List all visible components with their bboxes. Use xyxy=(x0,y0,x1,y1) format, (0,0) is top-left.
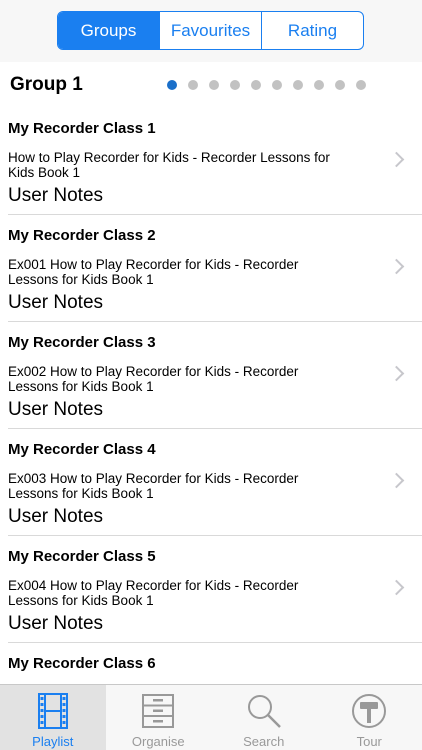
item-description: How to Play Recorder for Kids - Recorder… xyxy=(8,150,330,180)
item-title: My Recorder Class 3 xyxy=(8,334,156,351)
tab-label: Playlist xyxy=(32,734,74,749)
page-dot[interactable] xyxy=(251,80,261,90)
item-description: Ex001 How to Play Recorder for Kids - Re… xyxy=(8,257,299,287)
page-dot[interactable] xyxy=(356,80,366,90)
item-notes: User Notes xyxy=(8,613,104,634)
item-notes: User Notes xyxy=(8,292,104,313)
tab-label: Organise xyxy=(131,734,185,749)
segmented-control: Groups Favourites Rating xyxy=(57,11,364,50)
tab-playlist[interactable]: Playlist xyxy=(0,685,106,750)
page-dot[interactable] xyxy=(230,80,240,90)
segment-groups[interactable]: Groups xyxy=(58,12,159,49)
list-item[interactable]: My Recorder Class 1 How to Play Recorder… xyxy=(0,108,422,215)
cabinet-icon xyxy=(142,694,175,728)
item-title: My Recorder Class 6 xyxy=(8,655,156,672)
page-dot[interactable] xyxy=(209,80,219,90)
list-item[interactable]: My Recorder Class 4 Ex003 How to Play Re… xyxy=(0,429,422,536)
list-item[interactable]: My Recorder Class 2 Ex001 How to Play Re… xyxy=(0,215,422,322)
chevron-right-icon xyxy=(388,151,405,168)
page-dot[interactable] xyxy=(293,80,303,90)
signpost-icon xyxy=(352,694,387,728)
page-dot[interactable] xyxy=(188,80,198,90)
item-notes: User Notes xyxy=(8,399,104,420)
item-title: My Recorder Class 2 xyxy=(8,227,156,244)
tab-search[interactable]: Search xyxy=(211,685,317,750)
item-title: My Recorder Class 5 xyxy=(8,548,156,565)
item-title: My Recorder Class 4 xyxy=(8,441,156,458)
list-item[interactable]: My Recorder Class 5 Ex004 How to Play Re… xyxy=(0,536,422,643)
list-item[interactable]: My Recorder Class 3 Ex002 How to Play Re… xyxy=(0,322,422,429)
magnifier-icon xyxy=(247,695,281,728)
tab-organise[interactable]: Organise xyxy=(106,685,212,750)
item-description: Ex003 How to Play Recorder for Kids - Re… xyxy=(8,471,299,501)
group-title: Group 1 xyxy=(10,74,83,95)
tab-tour[interactable]: Tour xyxy=(317,685,422,750)
tab-bar: Playlist Organise Search Tour xyxy=(0,684,422,750)
segment-rating[interactable]: Rating xyxy=(261,12,363,49)
page-dot[interactable] xyxy=(167,80,177,90)
segment-favourites[interactable]: Favourites xyxy=(159,12,261,49)
item-notes: User Notes xyxy=(8,506,104,527)
page-dot[interactable] xyxy=(335,80,345,90)
page-dot[interactable] xyxy=(272,80,282,90)
page-dot[interactable] xyxy=(314,80,324,90)
item-title: My Recorder Class 1 xyxy=(8,120,156,137)
tab-label: Search xyxy=(243,734,285,749)
chevron-right-icon xyxy=(388,258,405,275)
chevron-right-icon xyxy=(388,365,405,382)
top-bar: Groups Favourites Rating xyxy=(0,0,422,62)
item-description: Ex004 How to Play Recorder for Kids - Re… xyxy=(8,578,299,608)
item-description: Ex002 How to Play Recorder for Kids - Re… xyxy=(8,364,299,394)
chevron-right-icon xyxy=(388,579,405,596)
item-notes: User Notes xyxy=(8,185,104,206)
tab-label: Tour xyxy=(356,734,382,749)
playlist-list: My Recorder Class 1 How to Play Recorder… xyxy=(0,108,422,750)
film-icon xyxy=(37,693,68,729)
page-indicator[interactable] xyxy=(167,80,366,90)
chevron-right-icon xyxy=(388,472,405,489)
